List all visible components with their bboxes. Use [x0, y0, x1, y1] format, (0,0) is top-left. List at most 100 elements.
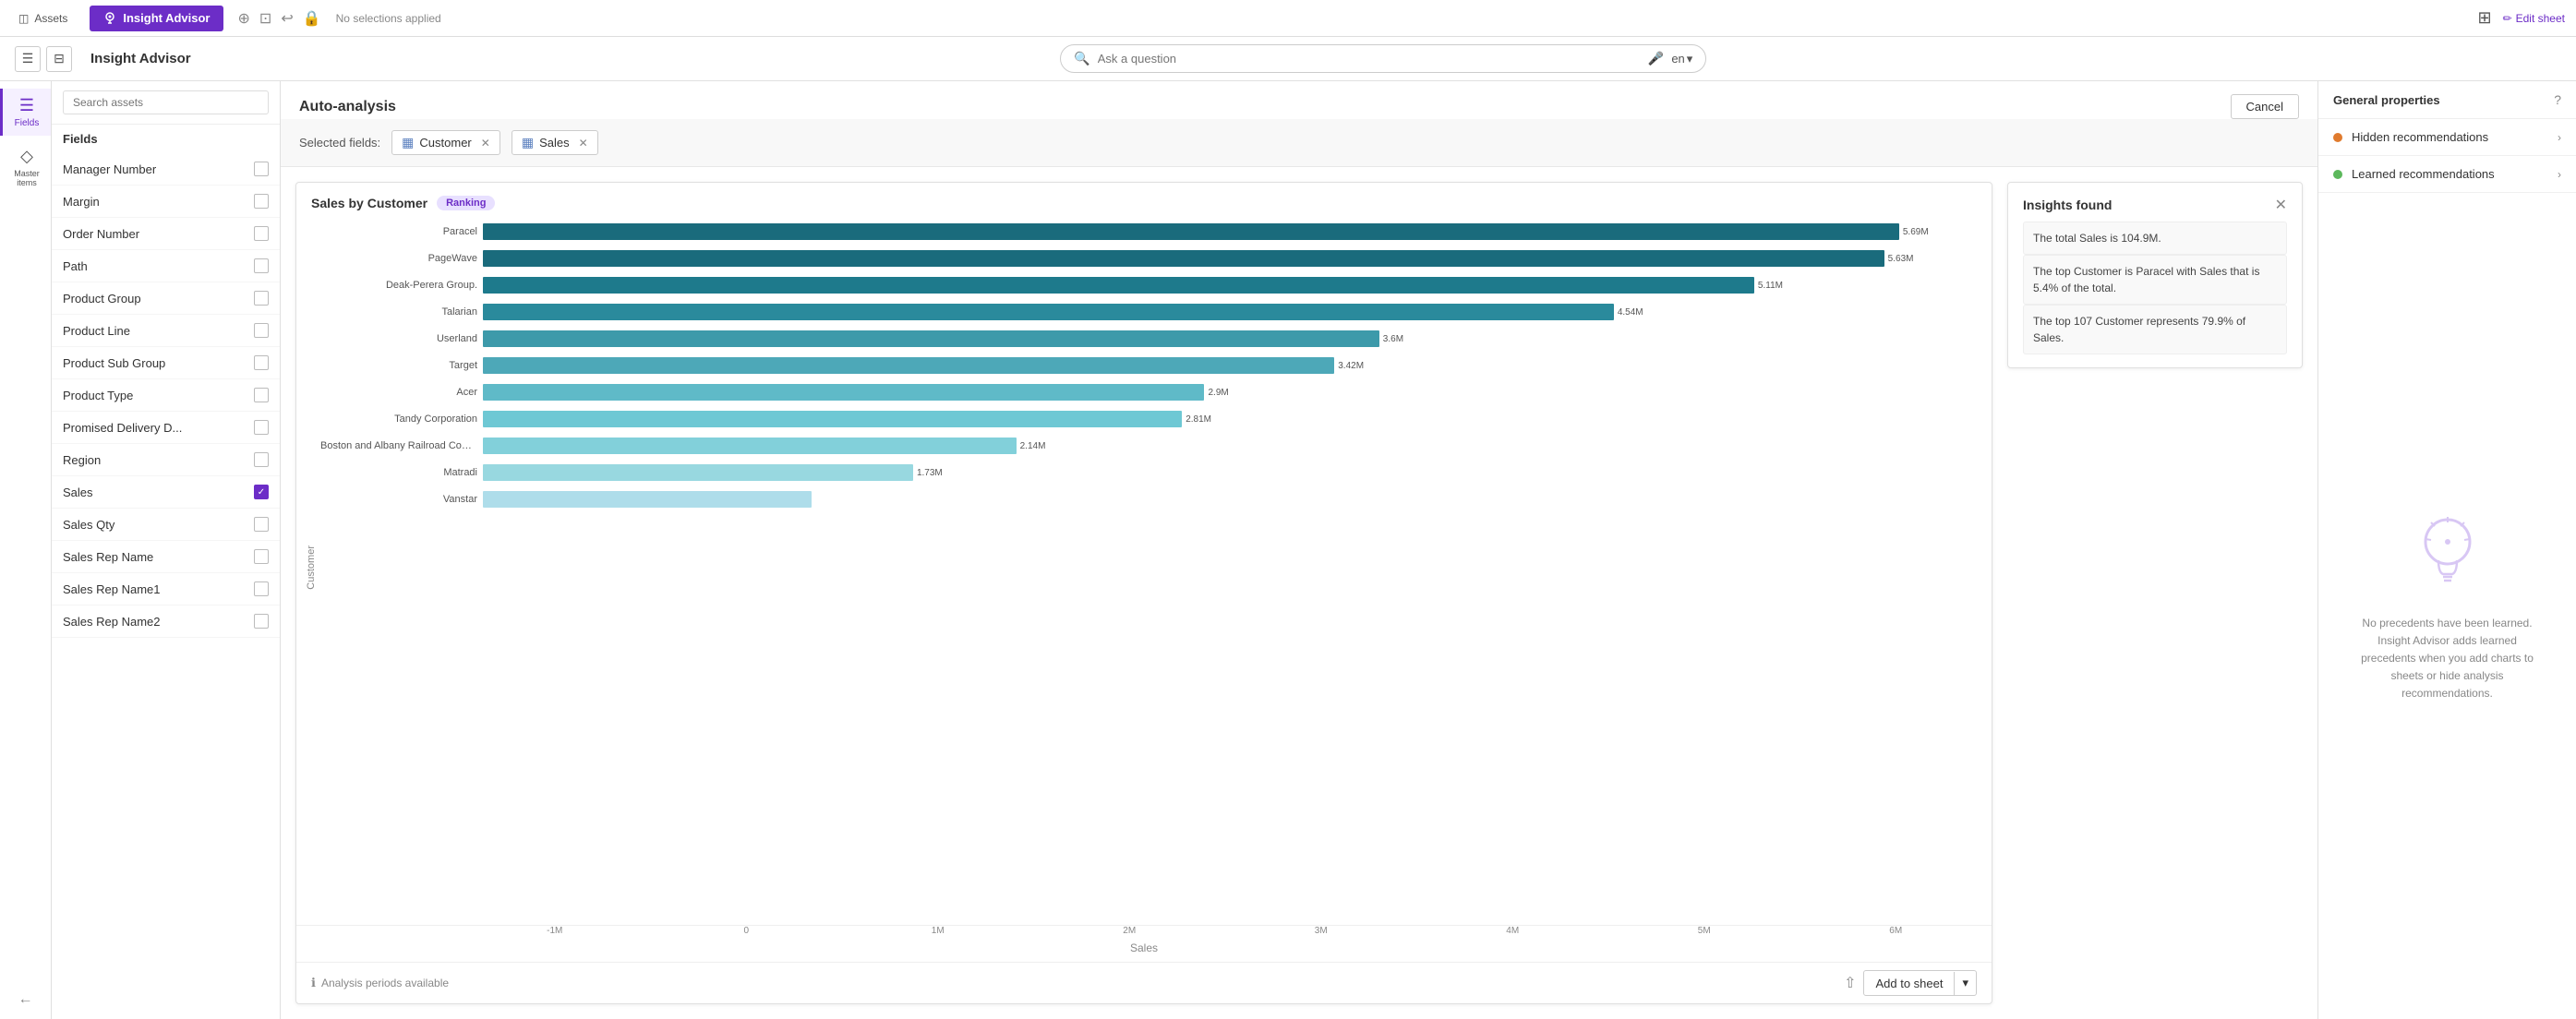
field-checkbox[interactable]: ✓ — [254, 485, 269, 499]
insights-card: Insights found ✕ The total Sales is 104.… — [2007, 182, 2303, 368]
field-name: Product Sub Group — [63, 356, 165, 370]
search-icon[interactable]: ⊕ — [238, 9, 250, 28]
field-item[interactable]: Sales Rep Name — [52, 541, 280, 573]
table-icon-2: ▦ — [522, 135, 534, 150]
select-icon[interactable]: ⊡ — [259, 9, 271, 28]
remove-sales-icon[interactable]: ✕ — [579, 137, 588, 150]
field-checkbox[interactable] — [254, 452, 269, 467]
chart-footer: ℹ Analysis periods available ⇧ Add to sh… — [296, 962, 1992, 1003]
bar-label: Tandy Corporation — [320, 414, 477, 425]
bar-value: 4.54M — [1618, 307, 1643, 318]
field-item[interactable]: Order Number — [52, 218, 280, 250]
chevron-right-icon: › — [2558, 131, 2561, 144]
remove-customer-icon[interactable]: ✕ — [481, 137, 490, 150]
field-tag-sales[interactable]: ▦ Sales ✕ — [512, 130, 598, 155]
bar-container: 2.14M — [483, 438, 1977, 454]
sidebar-item-master-items[interactable]: ◇ Master items — [0, 139, 51, 195]
hidden-status-dot — [2333, 133, 2342, 142]
master-items-label: Master items — [6, 169, 47, 187]
help-icon[interactable]: ? — [2554, 92, 2561, 107]
close-insights-icon[interactable]: ✕ — [2275, 196, 2287, 214]
x-tick: 4M — [1417, 926, 1609, 936]
back-icon[interactable]: ↩ — [281, 9, 293, 28]
top-nav-right: ⊞ ✏ Edit sheet — [2477, 8, 2565, 28]
bar-label: PageWave — [320, 253, 477, 264]
assets-label: Assets — [34, 12, 67, 25]
bar-row: Deak-Perera Group. 5.11M — [320, 273, 1977, 297]
field-item[interactable]: Sales Rep Name2 — [52, 605, 280, 638]
bar-row: Acer 2.9M — [320, 380, 1977, 404]
field-item[interactable]: Product Group — [52, 282, 280, 315]
second-row: ☰ ⊟ Insight Advisor 🔍 🎤 en ▾ — [0, 37, 2576, 81]
field-checkbox[interactable] — [254, 517, 269, 532]
page-title: Insight Advisor — [90, 51, 191, 66]
bar-value: 5.11M — [1758, 281, 1783, 291]
add-sheet-dropdown-icon[interactable]: ▾ — [1955, 971, 1976, 995]
field-checkbox[interactable] — [254, 162, 269, 176]
language-selector[interactable]: en ▾ — [1671, 52, 1692, 66]
field-item[interactable]: Manager Number — [52, 153, 280, 186]
field-item[interactable]: Sales Rep Name1 — [52, 573, 280, 605]
collapse-icon[interactable]: ← — [11, 984, 41, 1014]
bar-container: 1.73M — [483, 464, 1977, 481]
field-item[interactable]: Sales Qty — [52, 509, 280, 541]
field-checkbox[interactable] — [254, 549, 269, 564]
insight-item: The top Customer is Paracel with Sales t… — [2023, 255, 2287, 305]
master-items-icon: ◇ — [20, 147, 33, 166]
field-name: Product Line — [63, 324, 130, 338]
field-checkbox[interactable] — [254, 355, 269, 370]
toggle-panel[interactable]: ⊟ — [46, 46, 72, 72]
field-checkbox[interactable] — [254, 388, 269, 402]
grid-icon[interactable]: ⊞ — [2477, 8, 2491, 28]
field-item[interactable]: Region — [52, 444, 280, 476]
edit-sheet-button[interactable]: ✏ Edit sheet — [2503, 12, 2565, 25]
mic-icon[interactable]: 🎤 — [1648, 51, 1664, 66]
field-checkbox[interactable] — [254, 420, 269, 435]
fields-icon: ☰ — [19, 96, 34, 115]
share-icon[interactable]: ⇧ — [1844, 974, 1856, 992]
lock-icon[interactable]: 🔒 — [303, 9, 321, 28]
bar-row: Userland 3.6M — [320, 327, 1977, 351]
selected-fields-label: Selected fields: — [299, 136, 380, 150]
field-item[interactable]: Product Sub Group — [52, 347, 280, 379]
bar-fill — [483, 277, 1754, 294]
field-checkbox[interactable] — [254, 194, 269, 209]
fields-list: Manager Number Margin Order Number Path … — [52, 153, 280, 1019]
add-to-sheet-button[interactable]: Add to sheet ▾ — [1863, 970, 1977, 996]
field-checkbox[interactable] — [254, 614, 269, 629]
field-item[interactable]: Promised Delivery D... — [52, 412, 280, 444]
insight-advisor-tab[interactable]: Insight Advisor — [90, 6, 223, 31]
learned-recs-label: Learned recommendations — [2352, 167, 2495, 181]
search-input[interactable] — [1098, 52, 1641, 66]
cancel-button[interactable]: Cancel — [2231, 94, 2299, 119]
auto-analysis-header: Auto-analysis Cancel — [281, 81, 2317, 119]
field-checkbox[interactable] — [254, 291, 269, 306]
bar-row: Matradi 1.73M — [320, 461, 1977, 485]
field-item[interactable]: Path — [52, 250, 280, 282]
field-checkbox[interactable] — [254, 226, 269, 241]
sidebar-item-fields[interactable]: ☰ Fields — [0, 89, 51, 136]
field-item[interactable]: Sales ✓ — [52, 476, 280, 509]
hidden-recommendations-item[interactable]: Hidden recommendations › — [2318, 119, 2576, 156]
bar-value: 5.69M — [1903, 227, 1929, 237]
learned-recommendations-item[interactable]: Learned recommendations › — [2318, 156, 2576, 193]
toggle-left-sidebar[interactable]: ☰ — [15, 46, 41, 72]
chevron-right-icon-2: › — [2558, 168, 2561, 181]
chart-panel: Sales by Customer Ranking Customer Parac… — [295, 182, 1992, 1004]
field-checkbox[interactable] — [254, 323, 269, 338]
field-checkbox[interactable] — [254, 258, 269, 273]
field-checkbox[interactable] — [254, 581, 269, 596]
x-tick: 6M — [1800, 926, 1992, 936]
assets-button[interactable]: ◫ Assets — [11, 8, 75, 29]
table-icon: ▦ — [402, 135, 414, 150]
x-tick: 5M — [1608, 926, 1800, 936]
analysis-periods-label: Analysis periods available — [321, 977, 449, 989]
bar-label: Vanstar — [320, 494, 477, 505]
field-item[interactable]: Margin — [52, 186, 280, 218]
bar-label: Acer — [320, 387, 477, 398]
search-assets-input[interactable] — [63, 90, 269, 114]
field-item[interactable]: Product Type — [52, 379, 280, 412]
bar-label: Deak-Perera Group. — [320, 280, 477, 291]
field-tag-customer[interactable]: ▦ Customer ✕ — [391, 130, 500, 155]
field-item[interactable]: Product Line — [52, 315, 280, 347]
